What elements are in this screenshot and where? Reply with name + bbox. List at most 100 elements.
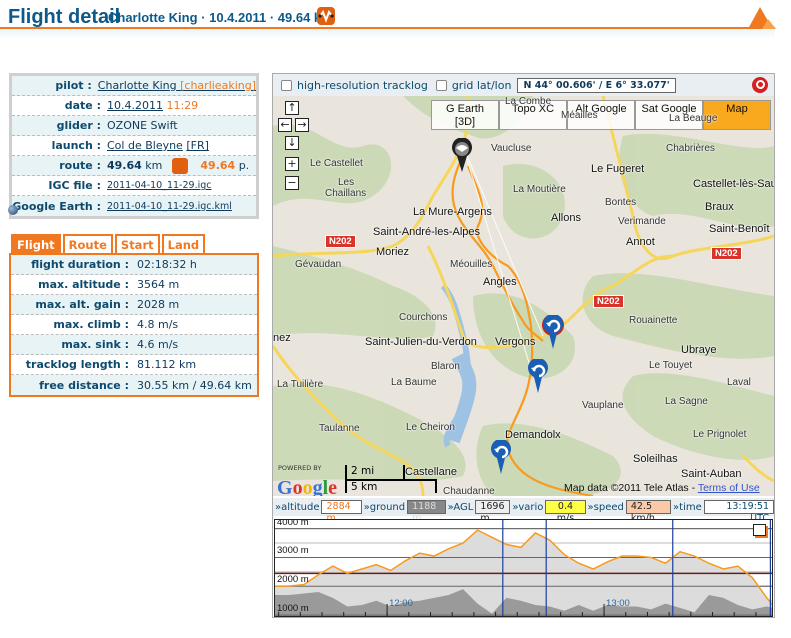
page-title: Flight detail (8, 6, 121, 28)
ground-readout: 1188 m (407, 500, 446, 524)
map-canvas[interactable]: ↑ ← → ↓ + − G Earth [3D] Topo XC Alt Goog… (273, 96, 774, 496)
pilot-link[interactable]: Charlotte King [charlieaking] (98, 79, 256, 92)
map-place-label: La Beauge (669, 113, 718, 124)
tab-route[interactable]: Route (62, 234, 113, 253)
pilot-username: [charlieaking] (180, 79, 256, 92)
launch-marker-icon[interactable] (451, 138, 473, 172)
launch-time: 11:29 (166, 99, 199, 112)
map-place-label: Méouilles (450, 259, 493, 270)
map-place-label: La Mure-Argens (413, 206, 492, 218)
scale-km: 5 km (351, 481, 378, 493)
map-place-label: Le Cheiron (406, 422, 455, 433)
map-place-label: Chaudanne (443, 486, 495, 496)
tab-flight[interactable]: Flight (11, 234, 61, 253)
map-place-label: Allons (551, 212, 581, 224)
scale-miles: 2 mi (351, 465, 375, 477)
turnpoint-marker-icon[interactable] (541, 315, 565, 349)
map-place-label: Saint-André-les-Alpes (373, 226, 480, 238)
map-place-label: La Sagne (665, 396, 708, 407)
map-place-label: Le Touyet (649, 360, 693, 371)
tab-land[interactable]: Land (161, 234, 206, 253)
route-type-icon (317, 7, 335, 25)
turnpoint-marker-icon[interactable] (490, 440, 512, 474)
map-place-label: La Tuilière (277, 379, 324, 390)
map-place-label: Laval (727, 377, 751, 388)
map-place-label: Rouainette (629, 315, 678, 326)
stat-row: max. alt. gain :2028 m (11, 295, 257, 315)
altitude-readout: 2884 m (321, 500, 362, 524)
y-tick-label: 1000 m (277, 603, 309, 615)
time-readout: 13:19:51 UTC (703, 500, 774, 524)
hires-checkbox[interactable] (281, 79, 292, 91)
map-panel: high-resolution tracklog grid lat/lon N … (272, 73, 775, 618)
date-link[interactable]: 10.4.2011 (107, 99, 163, 112)
stat-row: tracklog length :81.112 km (11, 355, 257, 375)
stat-row: max. altitude :3564 m (11, 275, 257, 295)
maptype-google-earth[interactable]: G Earth [3D] (431, 100, 499, 130)
y-tick-label: 2000 m (277, 574, 309, 586)
google-logo[interactable]: Google (277, 477, 337, 496)
pan-up-button[interactable]: ↑ (285, 101, 299, 115)
kml-file-link[interactable]: 2011-04-10_11-29.igc.kml (107, 201, 232, 212)
map-place-label: Demandolx (505, 429, 561, 441)
stat-row: free distance :30.55 km / 49.64 km (11, 375, 257, 395)
map-place-label: Braux (705, 201, 734, 213)
igc-row: IGC file : 2011-04-10_11-29.igc (12, 176, 256, 196)
track-readout: »altitude2884 m »ground1188 m »AGL1696 m… (273, 498, 774, 524)
turnpoint-marker-icon[interactable] (527, 359, 549, 393)
terms-of-use-link[interactable]: Terms of Use (698, 482, 760, 494)
map-place-label: Castellet-lès-Sau (693, 178, 774, 190)
igc-file-link[interactable]: 2011-04-10_11-29.igc (107, 180, 211, 191)
road-number-badge: N202 (711, 247, 742, 260)
stat-row: max. sink :4.6 m/s (11, 335, 257, 355)
powered-by-label: POWERED BY (278, 464, 322, 472)
x-tick-label: 13:00 (606, 598, 630, 609)
pan-right-button[interactable]: → (295, 118, 309, 132)
map-place-label: nez (273, 332, 291, 344)
page-subtitle: Charlotte King · 10.4.2011 · 49.64 km (108, 10, 333, 25)
google-earth-icon (8, 204, 18, 215)
map-place-label: La Combe (505, 96, 552, 107)
map-place-label: Moriez (376, 246, 410, 258)
flight-info-table: pilot : Charlotte King [charlieaking] da… (8, 73, 259, 219)
glider-row: glider : OZONE Swift (12, 116, 256, 136)
zoom-search-icon[interactable] (752, 77, 768, 93)
map-place-label: La Baume (391, 377, 437, 388)
route-points: 49.64 (200, 158, 236, 172)
chart-toggle-icon[interactable] (753, 524, 766, 536)
google-earth-row: Google Earth : 2011-04-10_11-29.igc.kml (8, 196, 256, 216)
map-place-label: Le Castellet (310, 158, 363, 169)
route-row: route : 49.64 km 49.64 p. (12, 156, 256, 176)
country-link[interactable]: [FR] (186, 139, 209, 152)
map-place-label: Vauplane (582, 400, 624, 411)
map-place-label: Blaron (431, 361, 460, 372)
launch-link[interactable]: Col de Bleyne (107, 139, 183, 152)
map-place-label: Taulanne (319, 423, 360, 434)
stat-row: max. climb :4.8 m/s (11, 315, 257, 335)
map-place-label: Chaillans (325, 188, 367, 199)
map-place-label: Saint-Benoît (709, 223, 770, 235)
altitude-profile-svg (275, 520, 772, 616)
map-place-label: Annot (626, 236, 655, 248)
zoom-out-button[interactable]: − (285, 176, 299, 190)
grid-label: grid lat/lon (451, 78, 512, 92)
y-tick-label: 4000 m (277, 519, 309, 528)
map-toolbar: high-resolution tracklog grid lat/lon N … (273, 74, 774, 96)
map-place-label: Vaucluse (491, 143, 532, 154)
road-number-badge: N202 (593, 295, 624, 308)
zoom-in-button[interactable]: + (285, 157, 299, 171)
pan-left-button[interactable]: ← (278, 118, 292, 132)
cursor-coordinates: N 44° 00.606' / E 6° 33.077' (517, 77, 676, 93)
glider-value: OZONE Swift (107, 119, 178, 132)
map-place-label: Saint-Auban (681, 468, 742, 480)
altitude-profile-chart[interactable]: 4000 m 3000 m 2000 m 1000 m 12:00 13:00 (274, 519, 773, 617)
tab-start[interactable]: Start (114, 234, 160, 253)
map-place-label: Soleilhas (633, 453, 678, 465)
map-type-selector: G Earth [3D] Topo XC Alt Google Sat Googl… (431, 100, 771, 130)
map-scale-bar: 2 mi 5 km (345, 465, 437, 493)
y-tick-label: 3000 m (277, 545, 309, 557)
pan-down-button[interactable]: ↓ (285, 136, 299, 150)
map-place-label: Le Fugeret (591, 163, 645, 175)
grid-checkbox[interactable] (435, 79, 447, 91)
map-place-label: Méailles (561, 110, 598, 121)
